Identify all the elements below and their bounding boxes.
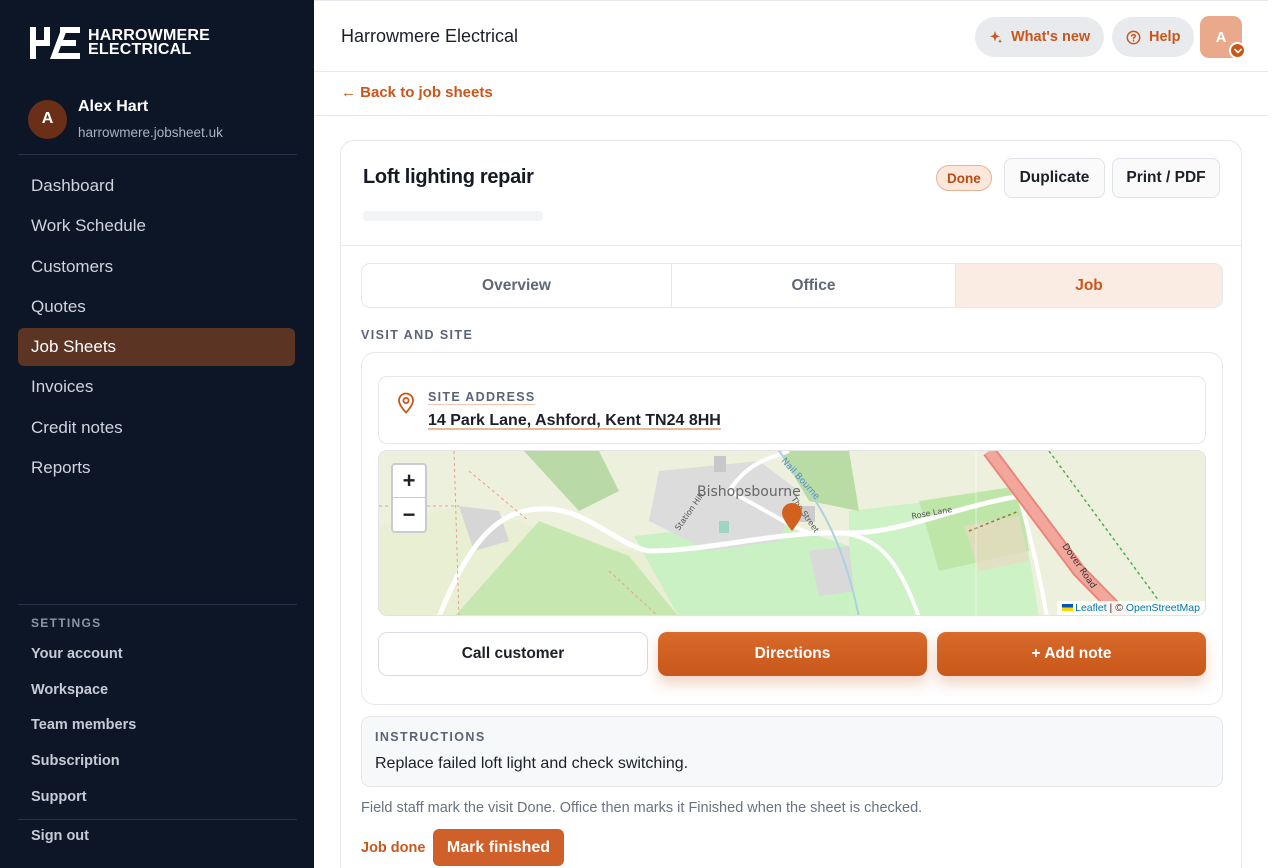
instructions-text: Replace failed loft light and check swit…: [375, 755, 689, 772]
sign-out-link[interactable]: Sign out: [31, 828, 89, 844]
map-pin-icon: [398, 392, 414, 414]
settings-heading: SETTINGS: [31, 616, 102, 630]
sidebar-item-work-schedule[interactable]: Work Schedule: [18, 207, 295, 245]
workflow-note: Field staff mark the visit Done. Office …: [361, 800, 923, 816]
sparkle-icon: [990, 31, 1002, 44]
back-to-job-sheets-link[interactable]: ← Back to job sheets: [341, 84, 493, 101]
call-customer-button[interactable]: Call customer: [378, 632, 648, 676]
visit-site-panel: SITE ADDRESS 14 Park Lane, Ashford, Kent…: [361, 352, 1223, 705]
instructions-label: INSTRUCTIONS: [375, 730, 486, 744]
back-bar: ← Back to job sheets: [314, 72, 1268, 116]
account-avatar-initial: A: [1215, 28, 1227, 46]
sidebar: HARROWMERE ELECTRICAL A Alex Hart harrow…: [0, 0, 314, 868]
main-nav: Dashboard Work Schedule Customers Quotes…: [18, 167, 295, 489]
sidebar-item-reports[interactable]: Reports: [18, 449, 295, 487]
zoom-in-button[interactable]: +: [393, 465, 425, 498]
zoom-out-button[interactable]: −: [393, 498, 425, 531]
sidebar-item-job-sheets[interactable]: Job Sheets: [18, 328, 295, 367]
job-title: Loft lighting repair: [363, 166, 534, 188]
duplicate-button[interactable]: Duplicate: [1004, 158, 1105, 198]
map-tiles: Bishopsbourne Station Hill The Street Ro…: [379, 451, 1205, 615]
visit-section-label: VISIT AND SITE: [361, 328, 474, 342]
add-note-button[interactable]: + Add note: [937, 632, 1206, 676]
account-menu-button[interactable]: A: [1200, 16, 1246, 59]
sidebar-divider: [18, 154, 297, 155]
brand-line-2: ELECTRICAL: [88, 41, 192, 58]
map-attribution: Leaflet | © OpenStreetMap: [1057, 601, 1205, 615]
chevron-down-icon: [1229, 42, 1246, 59]
mark-finished-button[interactable]: Mark finished: [433, 829, 564, 866]
instructions-panel: INSTRUCTIONS Replace failed loft light a…: [361, 716, 1223, 787]
leaflet-link[interactable]: Leaflet: [1075, 602, 1107, 614]
brand-logo[interactable]: HARROWMERE ELECTRICAL: [30, 27, 210, 59]
logo-mark-icon: [30, 27, 80, 59]
job-header: Loft lighting repair Done Duplicate Prin…: [341, 141, 1241, 246]
help-label: Help: [1149, 29, 1181, 45]
job-done-label: Job done: [361, 840, 426, 856]
settings-nav: Your account Workspace Team members Subs…: [31, 636, 136, 814]
whats-new-button[interactable]: What's new: [975, 17, 1105, 57]
sidebar-item-quotes[interactable]: Quotes: [18, 288, 295, 326]
sidebar-item-dashboard[interactable]: Dashboard: [18, 167, 295, 205]
sidebar-item-customers[interactable]: Customers: [18, 248, 295, 286]
site-address-label: SITE ADDRESS: [428, 390, 536, 404]
sidebar-divider: [18, 819, 297, 820]
settings-item-subscription[interactable]: Subscription: [31, 743, 136, 779]
map-zoom-control: + −: [391, 463, 427, 533]
directions-button[interactable]: Directions: [658, 632, 927, 676]
user-profile[interactable]: A Alex Hart harrowmere.jobsheet.uk: [28, 98, 223, 140]
sidebar-item-invoices[interactable]: Invoices: [18, 368, 295, 406]
page-title: Harrowmere Electrical: [341, 26, 519, 46]
settings-item-team-members[interactable]: Team members: [31, 707, 136, 743]
attribution-separator: | ©: [1106, 602, 1126, 614]
job-tabs: Overview Office Job: [361, 263, 1223, 308]
job-subtitle-placeholder: [363, 211, 543, 221]
user-avatar: A: [28, 99, 67, 139]
help-button[interactable]: Help: [1112, 17, 1195, 57]
whats-new-label: What's new: [1011, 29, 1091, 45]
sidebar-divider: [18, 604, 297, 605]
site-address-value[interactable]: 14 Park Lane, Ashford, Kent TN24 8HH: [428, 412, 721, 430]
user-name: Alex Hart: [78, 98, 149, 115]
map-label-place: Bishopsbourne: [697, 484, 801, 500]
job-sheet-card: Loft lighting repair Done Duplicate Prin…: [340, 140, 1242, 868]
site-address-box: SITE ADDRESS 14 Park Lane, Ashford, Kent…: [378, 376, 1206, 444]
brand-name: HARROWMERE ELECTRICAL: [88, 28, 210, 58]
site-map[interactable]: Bishopsbourne Station Hill The Street Ro…: [378, 450, 1206, 616]
top-bar: Harrowmere Electrical What's new Help A: [314, 0, 1268, 72]
tab-office[interactable]: Office: [672, 264, 956, 307]
settings-item-your-account[interactable]: Your account: [31, 636, 136, 672]
sidebar-item-credit-notes[interactable]: Credit notes: [18, 409, 295, 447]
tab-job[interactable]: Job: [956, 264, 1222, 307]
print-pdf-button[interactable]: Print / PDF: [1112, 158, 1220, 198]
ukraine-flag-icon: [1062, 604, 1074, 611]
help-circle-icon: [1126, 30, 1141, 44]
user-domain: harrowmere.jobsheet.uk: [78, 125, 223, 140]
settings-item-support[interactable]: Support: [31, 779, 136, 815]
openstreetmap-link[interactable]: OpenStreetMap: [1126, 602, 1200, 614]
tab-overview[interactable]: Overview: [362, 264, 672, 307]
status-badge: Done: [936, 165, 992, 191]
settings-item-workspace[interactable]: Workspace: [31, 672, 136, 708]
